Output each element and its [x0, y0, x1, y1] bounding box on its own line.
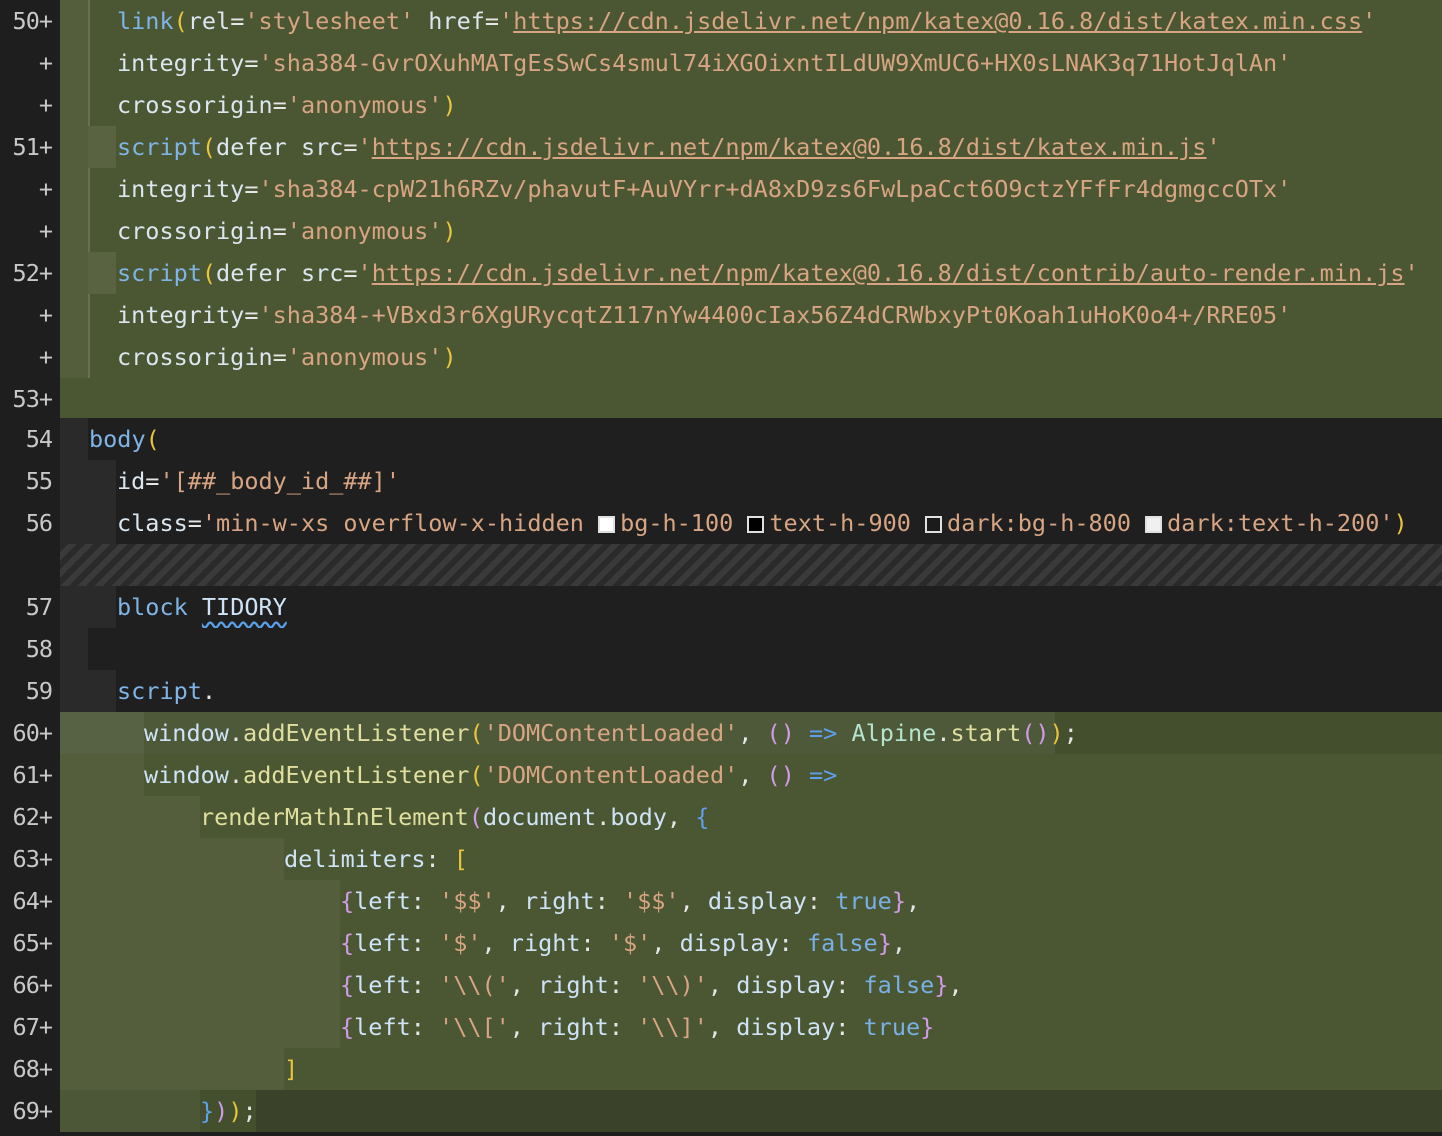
code-line[interactable]: + crossorigin='anonymous')	[0, 84, 1442, 126]
code-line[interactable]: 53+	[0, 378, 1442, 420]
code-line[interactable]: 62+ renderMathInElement(document.body, {	[0, 796, 1442, 838]
line-number: 60+	[0, 712, 60, 754]
link-url[interactable]: https://cdn.jsdelivr.net/npm/katex@0.16.…	[372, 133, 1207, 161]
link-url[interactable]: https://cdn.jsdelivr.net/npm/katex@0.16.…	[513, 7, 1362, 35]
code-line[interactable]: 66+ {left: '\\(', right: '\\)', display:…	[0, 964, 1442, 1006]
code-text: {left: '$', right: '$', display: false},	[340, 929, 906, 957]
line-number: 54	[0, 418, 60, 460]
code-line[interactable]: 54 body(	[0, 418, 1442, 460]
code-text: script(defer src='https://cdn.jsdelivr.n…	[117, 259, 1419, 287]
code-line[interactable]: 63+ delimiters: [	[0, 838, 1442, 880]
code-line[interactable]: + crossorigin='anonymous')	[0, 210, 1442, 252]
diff-gap-separator	[60, 544, 1442, 586]
line-number: +	[0, 84, 60, 126]
code-text: body(	[89, 425, 160, 453]
line-number: 67+	[0, 1006, 60, 1048]
code-line[interactable]: 55 id='[##_body_id_##]'	[0, 460, 1442, 502]
code-line[interactable]: 67+ {left: '\\[', right: '\\]', display:…	[0, 1006, 1442, 1048]
code-line[interactable]: 52+ script(defer src='https://cdn.jsdeli…	[0, 252, 1442, 294]
code-line[interactable]: + integrity='sha384-GvrOXuhMATgEsSwCs4sm…	[0, 42, 1442, 84]
code-text: id='[##_body_id_##]'	[117, 467, 400, 495]
line-number: 61+	[0, 754, 60, 796]
line-number: 65+	[0, 922, 60, 964]
line-number: 51+	[0, 126, 60, 168]
code-line[interactable]: 65+ {left: '$', right: '$', display: fal…	[0, 922, 1442, 964]
line-number: +	[0, 336, 60, 378]
color-swatch-black-icon[interactable]	[747, 516, 765, 533]
code-text: window.addEventListener('DOMContentLoade…	[144, 719, 1078, 747]
code-text: block TIDORY	[117, 593, 287, 621]
code-line[interactable]: + integrity='sha384-+VBxd3r6XgURycqtZ117…	[0, 294, 1442, 336]
line-number: 66+	[0, 964, 60, 1006]
color-swatch-white-icon[interactable]	[598, 516, 616, 533]
code-text: {left: '\\(', right: '\\)', display: fal…	[340, 971, 963, 999]
line-number: 62+	[0, 796, 60, 838]
code-text: integrity='sha384-+VBxd3r6XgURycqtZ117nY…	[117, 301, 1292, 329]
line-number: 68+	[0, 1048, 60, 1090]
code-text: {left: '\\[', right: '\\]', display: tru…	[340, 1013, 935, 1041]
line-number: +	[0, 210, 60, 252]
code-line[interactable]: 56 class='min-w-xs overflow-x-hidden bg-…	[0, 502, 1442, 544]
line-number: 63+	[0, 838, 60, 880]
line-number: 69+	[0, 1090, 60, 1132]
code-text: crossorigin='anonymous')	[117, 91, 457, 119]
line-number: 56	[0, 502, 60, 544]
code-text: delimiters: [	[284, 845, 468, 873]
code-text: integrity='sha384-GvrOXuhMATgEsSwCs4smul…	[117, 49, 1292, 77]
line-number: 55	[0, 460, 60, 502]
code-text: script.	[117, 677, 217, 705]
code-editor[interactable]: 50+ link(rel='stylesheet' href='https://…	[0, 0, 1442, 1136]
code-line[interactable]: 51+ script(defer src='https://cdn.jsdeli…	[0, 126, 1442, 168]
code-text: class='min-w-xs overflow-x-hidden bg-h-1…	[117, 509, 1408, 537]
code-text: script(defer src='https://cdn.jsdelivr.n…	[117, 133, 1221, 161]
line-number: 53+	[0, 378, 60, 420]
code-text: window.addEventListener('DOMContentLoade…	[144, 761, 838, 789]
code-line[interactable]: 69+ }));	[0, 1090, 1442, 1132]
code-line[interactable]: 59 script.	[0, 670, 1442, 712]
code-text: crossorigin='anonymous')	[117, 217, 457, 245]
code-line[interactable]: 64+ {left: '$$', right: '$$', display: t…	[0, 880, 1442, 922]
line-number: 52+	[0, 252, 60, 294]
code-text: ]	[284, 1055, 299, 1083]
color-swatch-light-icon[interactable]	[1145, 516, 1163, 533]
code-text: crossorigin='anonymous')	[117, 343, 457, 371]
code-text: {left: '$$', right: '$$', display: true}…	[340, 887, 921, 915]
code-line[interactable]: 50+ link(rel='stylesheet' href='https://…	[0, 0, 1442, 42]
code-line[interactable]: 61+ window.addEventListener('DOMContentL…	[0, 754, 1442, 796]
line-number: 59	[0, 670, 60, 712]
line-number: 57	[0, 586, 60, 628]
code-line[interactable]: 58	[0, 628, 1442, 670]
line-number: 58	[0, 628, 60, 670]
code-line[interactable]: 68+ ]	[0, 1048, 1442, 1090]
code-text: }));	[200, 1097, 257, 1125]
line-number: +	[0, 42, 60, 84]
line-number: 50+	[0, 0, 60, 42]
color-swatch-dark-icon[interactable]	[925, 516, 943, 533]
code-text: link(rel='stylesheet' href='https://cdn.…	[117, 7, 1377, 35]
code-line[interactable]: + crossorigin='anonymous')	[0, 336, 1442, 378]
code-line[interactable]: 57 block TIDORY	[0, 586, 1442, 628]
line-number: 64+	[0, 880, 60, 922]
code-text: renderMathInElement(document.body, {	[200, 803, 710, 831]
code-text: integrity='sha384-cpW21h6RZv/phavutF+AuV…	[117, 175, 1292, 203]
line-number: +	[0, 168, 60, 210]
link-url[interactable]: https://cdn.jsdelivr.net/npm/katex@0.16.…	[372, 259, 1405, 287]
line-number: +	[0, 294, 60, 336]
code-line[interactable]: 60+ window.addEventListener('DOMContentL…	[0, 712, 1442, 754]
code-line[interactable]: + integrity='sha384-cpW21h6RZv/phavutF+A…	[0, 168, 1442, 210]
